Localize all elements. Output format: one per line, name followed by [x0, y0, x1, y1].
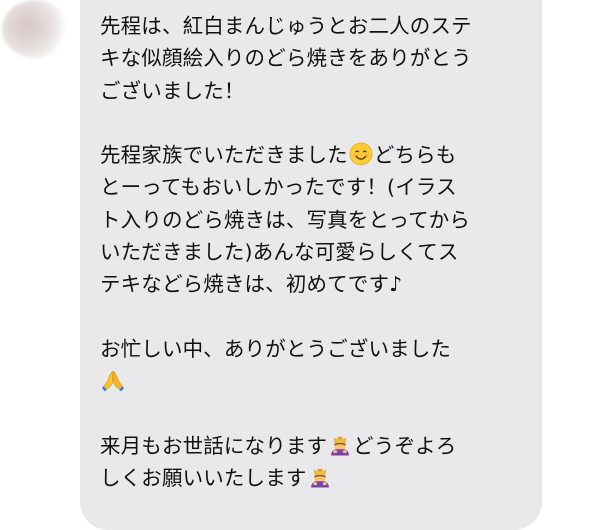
message-text: 先程は、紅白まんじゅうとお二人のステ キな似顔絵入りのどら焼きをありがとう ござ… [100, 10, 525, 494]
message-line: 先程は、紅白まんじゅうとお二人のステ [100, 14, 472, 38]
message-line [100, 365, 525, 397]
smiling-face-emoji-icon [349, 142, 373, 166]
message-line: 先程家族でいただきました どちらも [100, 142, 457, 168]
message-line: 来月もお世話になります どうぞよろ [100, 433, 457, 458]
message-line: いただきました)あんな可愛らしくてス [100, 240, 459, 265]
folded-hands-emoji-icon [101, 368, 125, 392]
message-line: キな似顔絵入りのどら焼きをありがとう [100, 46, 472, 71]
message-line: ございました！ [100, 78, 245, 103]
message-line: しくお願いいたします [100, 462, 525, 494]
bowing-person-emoji-icon [308, 465, 332, 489]
sender-avatar[interactable] [2, 0, 68, 58]
message-line: とーってもおいしかったです！(イラス [100, 175, 457, 200]
message-line: テキなどら焼きは、初めてです♪ [100, 272, 403, 297]
message-line: ト入りのどら焼きは、写真をとってから [100, 207, 471, 232]
bowing-person-emoji-icon [328, 433, 352, 457]
message-line: お忙しい中、ありがとうございました [100, 336, 452, 361]
